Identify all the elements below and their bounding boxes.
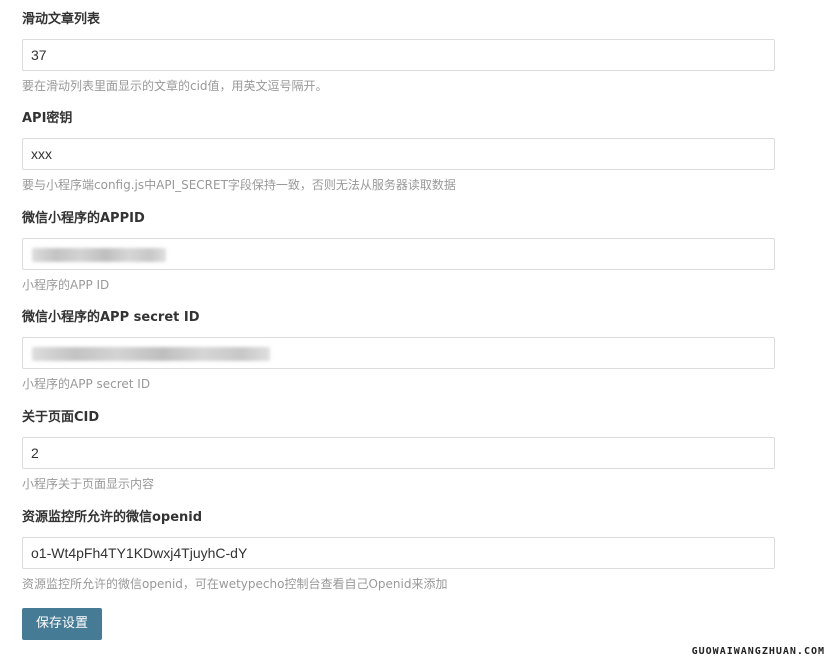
field-api-secret: API密钥 要与小程序端config.js中API_SECRET字段保持一致，否… [22,111,775,203]
monitor-openid-input[interactable] [22,537,775,569]
field-description: 要在滑动列表里面显示的文章的cid值，用英文逗号隔开。 [22,79,328,93]
field-wechat-app-secret: 微信小程序的APP secret ID 小程序的APP secret ID [22,310,775,402]
field-about-page-cid: 关于页面CID 小程序关于页面显示内容 [22,410,775,502]
wechat-appid-input[interactable] [22,238,775,270]
field-monitor-openid: 资源监控所允许的微信openid 资源监控所允许的微信openid，可在wety… [22,510,775,602]
slide-article-list-input[interactable] [22,39,775,71]
field-slide-article-list: 滑动文章列表 要在滑动列表里面显示的文章的cid值，用英文逗号隔开。 [22,12,775,104]
field-description: 小程序的APP secret ID [22,377,151,391]
redacted-value [32,248,166,262]
field-label: 资源监控所允许的微信openid [22,510,203,525]
field-label: 微信小程序的APP secret ID [22,310,200,325]
api-secret-input[interactable] [22,138,775,170]
about-page-cid-input[interactable] [22,437,775,469]
field-label: 关于页面CID [22,410,100,425]
field-description: 要与小程序端config.js中API_SECRET字段保持一致，否则无法从服务… [22,178,456,192]
save-settings-button[interactable]: 保存设置 [22,608,102,640]
settings-form: 滑动文章列表 要在滑动列表里面显示的文章的cid值，用英文逗号隔开。 API密钥… [0,0,835,668]
wechat-app-secret-input[interactable] [22,337,775,369]
redacted-value [32,347,270,361]
field-label: API密钥 [22,111,73,126]
field-description: 小程序的APP ID [22,278,110,292]
field-label: 微信小程序的APPID [22,211,145,226]
watermark: GUOWAIWANGZHUAN.COM [691,646,825,657]
field-description: 资源监控所允许的微信openid，可在wetypecho控制台查看自己Openi… [22,577,448,591]
field-label: 滑动文章列表 [22,12,101,27]
field-wechat-appid: 微信小程序的APPID 小程序的APP ID [22,211,775,303]
field-description: 小程序关于页面显示内容 [22,477,155,491]
